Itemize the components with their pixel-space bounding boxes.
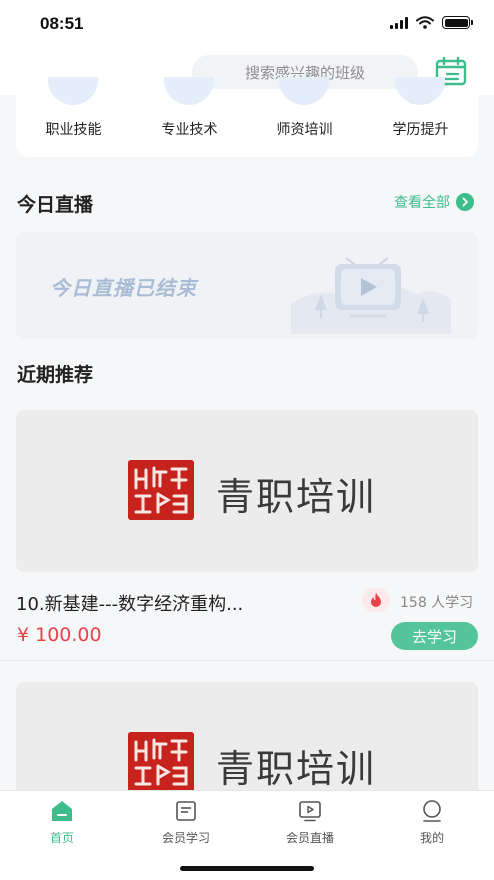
- home-indicator: [180, 866, 314, 871]
- category-item-vocational-skills[interactable]: 职业技能: [16, 77, 131, 157]
- course-cover[interactable]: 青职培训: [16, 410, 478, 572]
- category-label: 职业技能: [45, 122, 102, 138]
- signal-icon: [390, 16, 408, 29]
- category-icon: [395, 77, 445, 105]
- tab-member-study[interactable]: 会员学习: [124, 799, 248, 849]
- course-price: ¥ 100.00: [17, 624, 102, 646]
- tv-illustration-icon: [291, 257, 451, 334]
- brand-text: 青职培训: [216, 475, 377, 519]
- study-icon: [176, 801, 196, 821]
- live-icon: [299, 801, 321, 822]
- profile-icon: [423, 800, 441, 822]
- category-item-degree-upgrade[interactable]: 学历提升: [363, 77, 478, 157]
- course-title[interactable]: 10.新基建---数字经济重构...: [16, 590, 243, 616]
- category-icon: [48, 77, 98, 105]
- category-card: 职业技能 专业技术 师资培训 学历提升: [16, 77, 478, 157]
- tab-member-live[interactable]: 会员直播: [248, 799, 372, 849]
- go-study-button[interactable]: 去学习: [391, 622, 478, 650]
- category-item-teacher-training[interactable]: 师资培训: [247, 77, 362, 157]
- brand-text: 青职培训: [216, 747, 377, 791]
- tab-label: 首页: [49, 831, 74, 845]
- learner-count: 158 人学习: [400, 595, 474, 611]
- live-ended-banner: 今日直播已结束: [16, 232, 478, 339]
- category-icon: [164, 77, 214, 105]
- category-label: 师资培训: [276, 122, 333, 138]
- status-icons: [390, 16, 473, 29]
- seal-logo-icon: [128, 460, 194, 520]
- home-icon: [52, 801, 72, 821]
- tab-profile[interactable]: 我的: [370, 799, 494, 849]
- category-icon: [279, 77, 329, 105]
- tab-label: 会员直播: [285, 831, 334, 845]
- seal-logo-icon: [128, 732, 194, 792]
- category-label: 专业技术: [161, 122, 218, 138]
- tab-label: 会员学习: [161, 831, 210, 845]
- tab-home[interactable]: 首页: [0, 799, 124, 849]
- view-all-button[interactable]: 查看全部: [394, 192, 474, 212]
- status-time: 08:51: [40, 14, 84, 33]
- divider: [0, 660, 494, 661]
- recommend-title: 近期推荐: [17, 364, 94, 386]
- status-bar: 08:51: [0, 0, 494, 50]
- battery-icon: [442, 16, 473, 29]
- fire-icon: [362, 588, 390, 612]
- live-ended-text: 今日直播已结束: [50, 276, 197, 300]
- category-label: 学历提升: [392, 122, 449, 138]
- tab-label: 我的: [419, 831, 444, 845]
- view-all-label: 查看全部: [394, 195, 450, 211]
- chevron-right-icon: [456, 193, 474, 211]
- category-item-professional-tech[interactable]: 专业技术: [132, 77, 247, 157]
- today-live-title: 今日直播: [17, 194, 94, 216]
- wifi-icon: [416, 16, 434, 29]
